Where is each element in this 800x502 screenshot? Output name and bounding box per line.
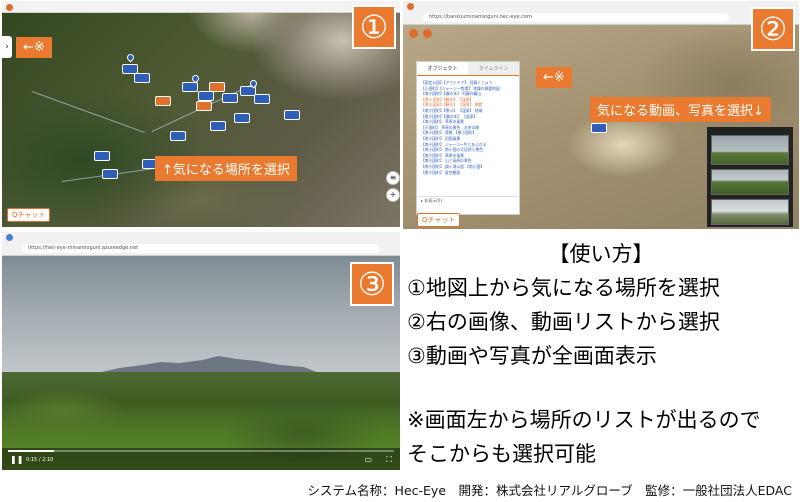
instructions: 【使い方】 ①地図上から気になる場所を選択 ②右の画像、動画リストから選択 ③動…	[403, 232, 799, 470]
video-controls: ❚❚ 0:15 / 2:10 ▭ ⛶	[2, 448, 400, 470]
map-marker[interactable]	[102, 169, 118, 179]
panel-map-overview: › ←※ ↑気になる場所を選択 Qチャット ≡ + ①	[2, 1, 400, 227]
instruction-note-2: そこからも選択可能	[407, 442, 596, 466]
chat-button[interactable]: Qチャット	[417, 213, 461, 227]
video-time: 0:15 / 2:10	[26, 457, 54, 463]
credits-footer: システム名称：Hec-Eye 開発：株式会社リアルグローブ 監修：一般社団法人E…	[307, 483, 792, 498]
map-layer-icon[interactable]: ≡	[386, 171, 400, 185]
zoom-in-icon[interactable]: +	[386, 188, 400, 202]
panel-list-detail: https://bankuuminamioguni.hec-eye.com オブ…	[403, 1, 799, 229]
media-thumbnail[interactable]	[711, 199, 789, 225]
callout-select-media: 気になる動画、写真を選択↓	[590, 97, 771, 122]
map-marker[interactable]	[182, 82, 198, 92]
app-top-bar	[2, 1, 400, 13]
map-marker[interactable]	[254, 94, 270, 104]
map-marker[interactable]	[155, 96, 171, 106]
list-tabs: オブジェクト タイムライン	[417, 62, 519, 76]
callout-list: ←※	[16, 37, 52, 58]
instruction-note-1: ※画面左から場所のリストが出るので	[407, 408, 761, 432]
browser-bar: https://bankuuminamioguni.hec-eye.com	[403, 1, 799, 25]
map-marker[interactable]	[284, 110, 300, 120]
callout-list: ←※	[536, 67, 572, 88]
map-marker[interactable]	[134, 73, 150, 83]
media-thumbnail[interactable]	[711, 135, 789, 165]
map-marker[interactable]	[196, 101, 212, 111]
map-marker[interactable]	[591, 123, 607, 133]
map-marker[interactable]	[209, 82, 225, 92]
satellite-map[interactable]	[2, 1, 400, 227]
address-bar[interactable]: https://hec-eye-minamioguni.azureedge.ne…	[22, 244, 380, 253]
media-thumbnail-list	[707, 127, 793, 227]
app-logo-icon	[6, 4, 13, 11]
video-frame-sky	[2, 256, 400, 374]
pause-icon[interactable]: ❚❚	[10, 456, 23, 464]
hidden-group-row[interactable]: ▸ 非表示(0)	[417, 196, 519, 204]
instructions-title: 【使い方】	[548, 242, 654, 266]
map-marker[interactable]	[210, 121, 226, 131]
map-marker[interactable]	[170, 131, 186, 141]
subtitles-icon[interactable]: ▭	[364, 456, 372, 464]
map-marker[interactable]	[198, 91, 214, 101]
fullscreen-icon[interactable]: ⛶	[386, 456, 392, 464]
video-progress-fill	[8, 450, 55, 452]
location-list: 【国定公園】【アウトドア】 阿蘇くじゅう 【小国町】【ジャージー牧場】 地域の概要…	[417, 76, 519, 175]
instruction-step-1: ①地図上から気になる場所を選択	[407, 276, 720, 300]
panel-video-fullscreen: https://hec-eye-minamioguni.azureedge.ne…	[2, 232, 400, 470]
browser-tab-icon	[6, 234, 13, 241]
browser-bar: https://hec-eye-minamioguni.azureedge.ne…	[2, 232, 400, 256]
tab-objects[interactable]: オブジェクト	[417, 62, 468, 75]
instruction-step-2: ②右の画像、動画リストから選択	[407, 310, 720, 334]
browser-tab-icon	[407, 3, 414, 10]
chat-button[interactable]: Qチャット	[7, 208, 51, 222]
step-badge-3: ③	[350, 262, 394, 306]
tab-timeline[interactable]: タイムライン	[468, 62, 519, 75]
side-list-toggle[interactable]: ›	[2, 36, 12, 58]
map-marker[interactable]	[222, 93, 238, 103]
media-thumbnail[interactable]	[711, 169, 789, 195]
map-marker[interactable]	[234, 113, 250, 123]
app-logo-icon	[409, 29, 418, 38]
list-item[interactable]: 【南小国町】 星空観測	[417, 170, 519, 176]
instruction-step-3: ③動画や写真が全画面表示	[407, 344, 657, 368]
step-badge-1: ①	[352, 5, 396, 49]
step-badge-2: ②	[751, 7, 795, 51]
callout-select-place: ↑気になる場所を選択	[155, 156, 297, 181]
address-bar[interactable]: https://bankuuminamioguni.hec-eye.com	[423, 13, 729, 22]
location-list-panel: オブジェクト タイムライン 【国定公園】【アウトドア】 阿蘇くじゅう 【小国町】【…	[416, 61, 520, 215]
video-progress[interactable]	[8, 450, 394, 452]
settings-icon[interactable]	[423, 29, 432, 38]
map-marker[interactable]	[94, 151, 110, 161]
